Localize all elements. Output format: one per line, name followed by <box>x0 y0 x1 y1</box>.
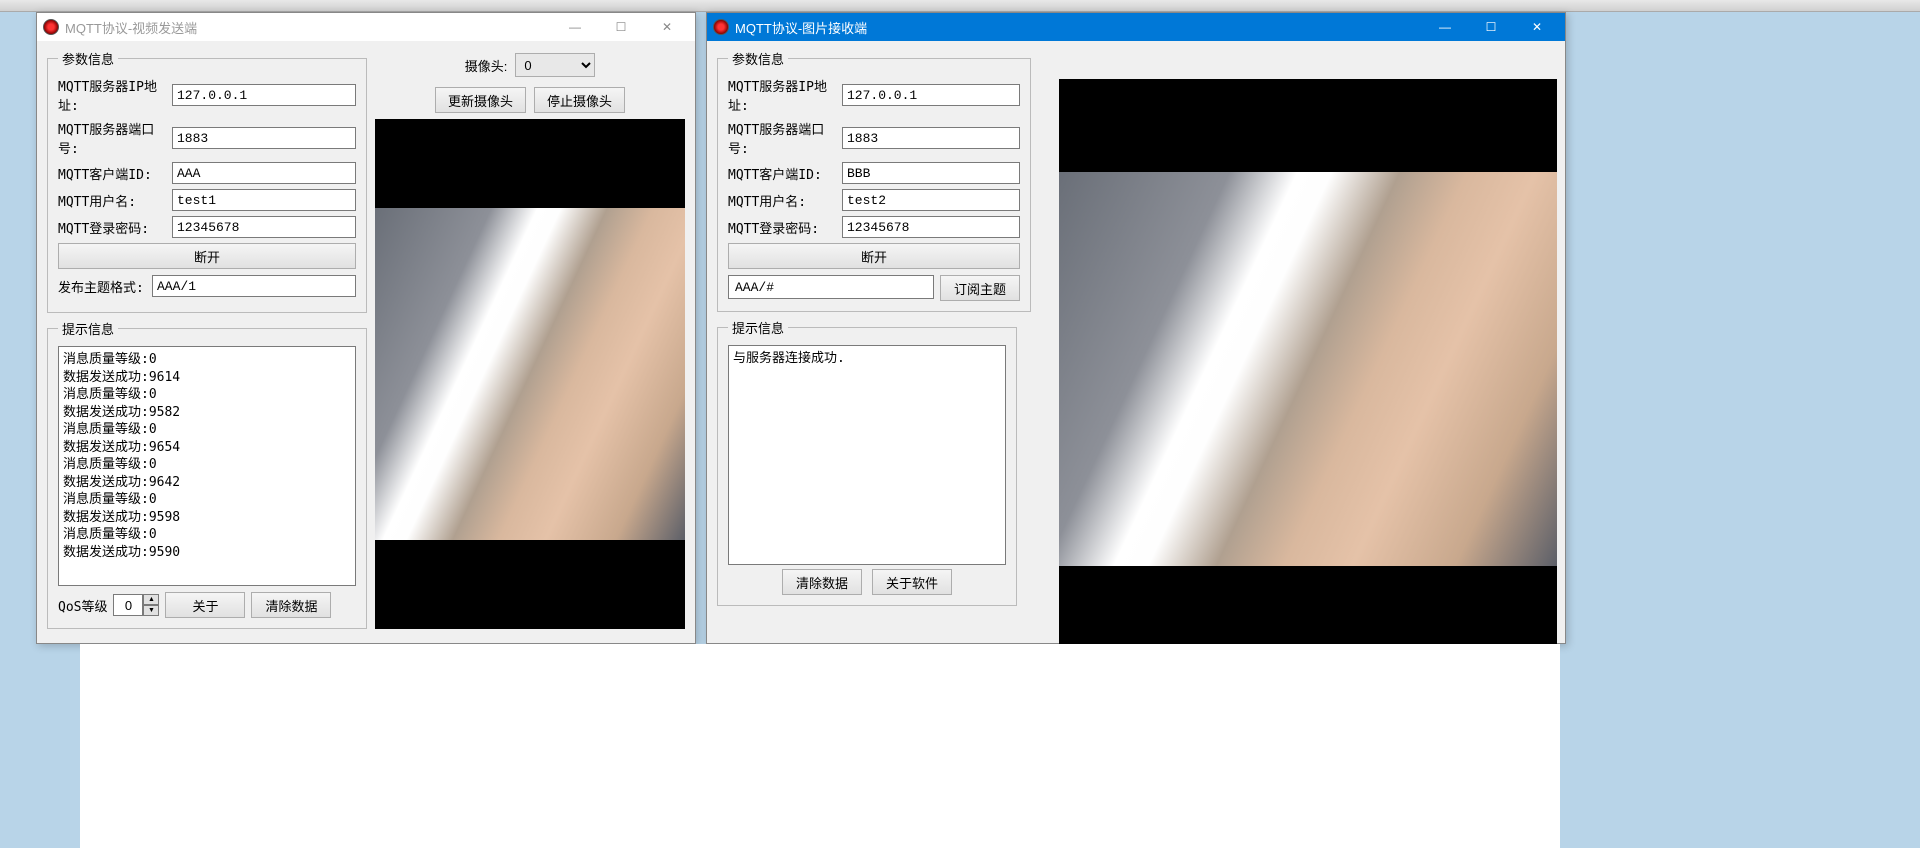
receiver-hint-group: 提示信息 与服务器连接成功. 清除数据 关于软件 <box>717 318 1017 606</box>
label-username: MQTT用户名: <box>58 191 168 210</box>
label-server-ip: MQTT服务器IP地址: <box>728 76 838 114</box>
close-button[interactable]: ✕ <box>645 14 689 40</box>
sender-username-input[interactable] <box>172 189 356 211</box>
receiver-password-input[interactable] <box>842 216 1020 238</box>
sender-params-legend: 参数信息 <box>58 49 118 68</box>
sender-about-button[interactable]: 关于 <box>165 592 245 618</box>
desktop-taskbar <box>0 0 1920 12</box>
received-image <box>1059 172 1557 566</box>
sender-disconnect-button[interactable]: 断开 <box>58 243 356 269</box>
receiver-params-legend: 参数信息 <box>728 49 788 68</box>
sender-password-input[interactable] <box>172 216 356 238</box>
label-client-id: MQTT客户端ID: <box>58 164 168 183</box>
receiver-video-preview <box>1059 79 1557 659</box>
sender-camera-select[interactable]: 0 <box>515 53 595 77</box>
receiver-disconnect-button[interactable]: 断开 <box>728 243 1020 269</box>
sender-server-port-input[interactable] <box>172 127 356 149</box>
background-panel <box>80 644 1560 848</box>
receiver-hint-legend: 提示信息 <box>728 318 788 337</box>
minimize-button[interactable]: — <box>1423 14 1467 40</box>
sender-clear-button[interactable]: 清除数据 <box>251 592 331 618</box>
label-server-port: MQTT服务器端口号: <box>728 119 838 157</box>
sender-update-camera-button[interactable]: 更新摄像头 <box>435 87 526 113</box>
app-icon <box>43 19 59 35</box>
receiver-server-port-input[interactable] <box>842 127 1020 149</box>
sender-stop-camera-button[interactable]: 停止摄像头 <box>534 87 625 113</box>
receiver-title: MQTT协议-图片接收端 <box>735 18 1423 37</box>
sender-titlebar[interactable]: MQTT协议-视频发送端 — ☐ ✕ <box>37 13 695 41</box>
sender-pub-topic-input[interactable] <box>152 275 356 297</box>
label-password: MQTT登录密码: <box>58 218 168 237</box>
sender-hint-group: 提示信息 消息质量等级:0 数据发送成功:9614 消息质量等级:0 数据发送成… <box>47 319 367 629</box>
sender-params-group: 参数信息 MQTT服务器IP地址: MQTT服务器端口号: MQTT客户端ID:… <box>47 49 367 313</box>
label-pub-topic: 发布主题格式: <box>58 277 148 296</box>
receiver-log-textarea[interactable]: 与服务器连接成功. <box>728 345 1006 565</box>
maximize-button[interactable]: ☐ <box>599 14 643 40</box>
app-icon <box>713 19 729 35</box>
sender-client-id-input[interactable] <box>172 162 356 184</box>
receiver-sub-topic-input[interactable] <box>728 275 934 299</box>
sender-window: MQTT协议-视频发送端 — ☐ ✕ 参数信息 MQTT服务器IP地址: MQT… <box>36 12 696 644</box>
receiver-params-group: 参数信息 MQTT服务器IP地址: MQTT服务器端口号: MQTT客户端ID:… <box>717 49 1031 312</box>
receiver-client-id-input[interactable] <box>842 162 1020 184</box>
sender-log-textarea[interactable]: 消息质量等级:0 数据发送成功:9614 消息质量等级:0 数据发送成功:958… <box>58 346 356 586</box>
receiver-titlebar[interactable]: MQTT协议-图片接收端 — ☐ ✕ <box>707 13 1565 41</box>
receiver-username-input[interactable] <box>842 189 1020 211</box>
receiver-about-button[interactable]: 关于软件 <box>872 569 952 595</box>
receiver-server-ip-input[interactable] <box>842 84 1020 106</box>
receiver-window: MQTT协议-图片接收端 — ☐ ✕ 参数信息 MQTT服务器IP地址: MQT… <box>706 12 1566 644</box>
receiver-clear-button[interactable]: 清除数据 <box>782 569 862 595</box>
label-server-port: MQTT服务器端口号: <box>58 119 168 157</box>
sender-hint-legend: 提示信息 <box>58 319 118 338</box>
label-camera: 摄像头: <box>465 56 508 75</box>
label-password: MQTT登录密码: <box>728 218 838 237</box>
sender-qos-input[interactable] <box>113 594 143 616</box>
sender-title: MQTT协议-视频发送端 <box>65 18 553 37</box>
sender-server-ip-input[interactable] <box>172 84 356 106</box>
sender-video-preview <box>375 119 685 629</box>
qos-down-button[interactable]: ▼ <box>143 605 159 616</box>
receiver-subscribe-button[interactable]: 订阅主题 <box>940 275 1020 301</box>
label-qos: QoS等级 <box>58 596 107 615</box>
close-button[interactable]: ✕ <box>1515 14 1559 40</box>
camera-image <box>375 208 685 540</box>
label-username: MQTT用户名: <box>728 191 838 210</box>
label-server-ip: MQTT服务器IP地址: <box>58 76 168 114</box>
minimize-button[interactable]: — <box>553 14 597 40</box>
qos-up-button[interactable]: ▲ <box>143 594 159 605</box>
label-client-id: MQTT客户端ID: <box>728 164 838 183</box>
maximize-button[interactable]: ☐ <box>1469 14 1513 40</box>
